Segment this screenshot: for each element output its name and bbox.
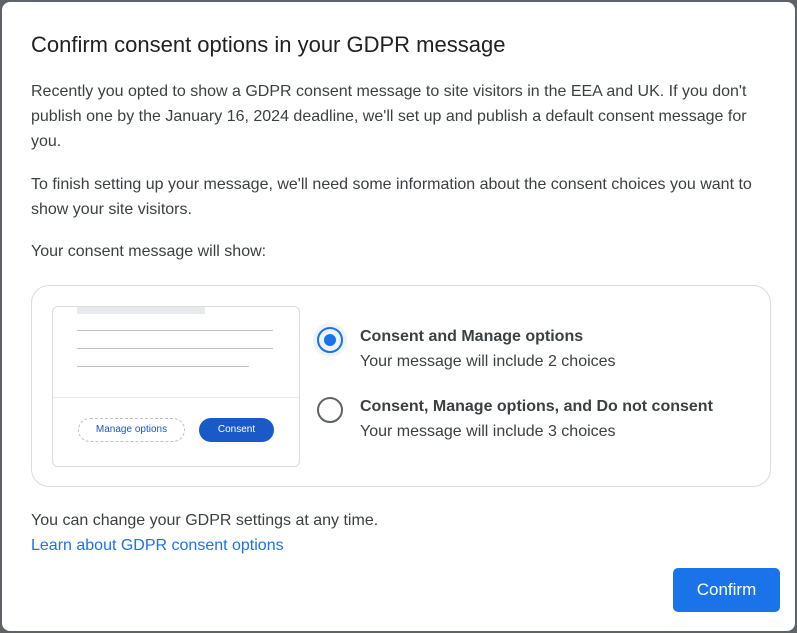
option-description: Your message will include 3 choices [360,423,616,440]
settings-change-note: You can change your GDPR settings at any… [31,512,379,529]
intro-paragraph: Recently you opted to show a GDPR consen… [31,83,747,150]
option-consent-manage-do-not-consent[interactable]: Consent, Manage options, and Do not cons… [317,396,757,446]
consent-options-card: Manage options Consent Consent and Manag… [31,285,771,487]
gdpr-consent-dialog: Confirm consent options in your GDPR mes… [2,2,795,631]
preview-text-line [77,348,273,349]
option-title: Consent, Manage options, and Do not cons… [360,398,713,415]
preview-title-placeholder [77,307,205,314]
confirm-button[interactable]: Confirm [673,568,780,612]
message-preview: Manage options Consent [52,306,300,467]
option-title: Consent and Manage options [360,328,584,345]
preview-text-line [77,366,249,367]
option-consent-manage[interactable]: Consent and Manage options Your message … [313,323,757,376]
radio-button-selected[interactable] [313,323,347,357]
option-description: Your message will include 2 choices [360,353,616,370]
info-paragraph: To finish setting up your message, we'll… [31,176,752,218]
radio-button-unselected[interactable] [317,397,343,423]
consent-message-label: Your consent message will show: [31,243,267,260]
dialog-title: Confirm consent options in your GDPR mes… [31,32,506,57]
preview-divider [53,397,299,398]
preview-text-line [77,330,273,331]
preview-consent-button: Consent [199,418,274,442]
preview-manage-options-button: Manage options [78,418,185,442]
learn-gdpr-link[interactable]: Learn about GDPR consent options [31,533,284,558]
